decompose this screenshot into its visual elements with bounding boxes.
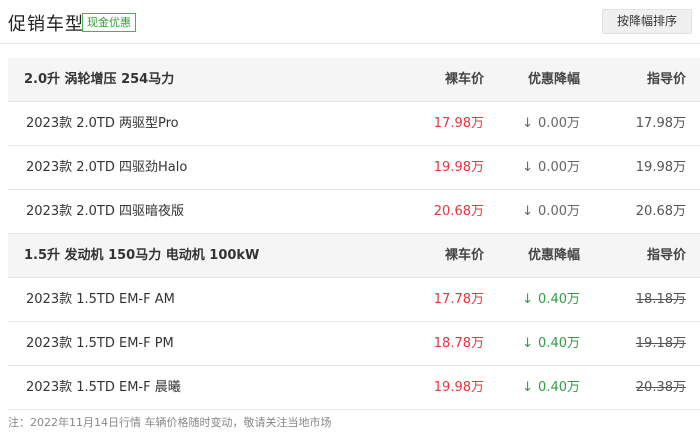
column-header-guide-price: 指导价 <box>646 72 686 87</box>
discount-cell: ↓ 0.00万 <box>500 190 580 234</box>
discount-value: 0.00万 <box>538 116 580 131</box>
guide-price: 19.18万 <box>635 336 686 351</box>
group-title: 2.0升 涡轮增压 254马力 <box>24 72 175 87</box>
discount-cell: ↓ 0.40万 <box>500 322 580 366</box>
model-row[interactable]: 2023款 1.5TD EM-F AM 17.78万 ↓ 0.40万 18.18万 <box>8 278 700 322</box>
down-arrow-icon: ↓ <box>522 292 534 307</box>
model-row[interactable]: 2023款 2.0TD 四驱劲Halo 19.98万 ↓ 0.00万 19.98万 <box>8 146 700 190</box>
down-arrow-icon: ↓ <box>522 160 534 175</box>
bare-price: 18.78万 <box>433 336 484 351</box>
column-header-price: 裸车价 <box>444 72 484 87</box>
down-arrow-icon: ↓ <box>522 380 534 395</box>
guide-price: 18.18万 <box>635 292 686 307</box>
discount-value: 0.00万 <box>538 204 580 219</box>
discount-cell: ↓ 0.00万 <box>500 102 580 146</box>
bare-price: 19.98万 <box>433 160 484 175</box>
page-title: 促销车型 <box>8 14 84 35</box>
column-header-discount: 优惠降幅 <box>527 72 580 87</box>
down-arrow-icon: ↓ <box>522 336 534 351</box>
model-name[interactable]: 2023款 1.5TD EM-F AM <box>26 278 175 322</box>
discount-cell: ↓ 0.40万 <box>500 278 580 322</box>
model-row[interactable]: 2023款 1.5TD EM-F PM 18.78万 ↓ 0.40万 19.18万 <box>8 322 700 366</box>
model-name[interactable]: 2023款 2.0TD 两驱型Pro <box>26 102 179 146</box>
guide-price: 19.98万 <box>635 160 686 175</box>
down-arrow-icon: ↓ <box>522 116 534 131</box>
discount-cell: ↓ 0.00万 <box>500 146 580 190</box>
group-header-1-5: 1.5升 发动机 150马力 电动机 100kW 裸车价 优惠降幅 指导价 <box>8 234 700 278</box>
model-name[interactable]: 2023款 1.5TD EM-F PM <box>26 322 174 366</box>
model-name[interactable]: 2023款 2.0TD 四驱暗夜版 <box>26 190 184 234</box>
guide-price: 20.68万 <box>635 204 686 219</box>
model-row[interactable]: 2023款 2.0TD 四驱暗夜版 20.68万 ↓ 0.00万 20.68万 <box>8 190 700 234</box>
cash-discount-badge: 现金优惠 <box>82 13 136 32</box>
discount-value: 0.40万 <box>538 292 580 307</box>
discount-cell: ↓ 0.40万 <box>500 366 580 410</box>
model-row[interactable]: 2023款 1.5TD EM-F 晨曦 19.98万 ↓ 0.40万 20.38万 <box>8 366 700 410</box>
model-row[interactable]: 2023款 2.0TD 两驱型Pro 17.98万 ↓ 0.00万 17.98万 <box>8 102 700 146</box>
down-arrow-icon: ↓ <box>522 204 534 219</box>
model-name[interactable]: 2023款 2.0TD 四驱劲Halo <box>26 146 187 190</box>
page-header: 促销车型 现金优惠 按降幅排序 <box>0 0 700 44</box>
column-header-price: 裸车价 <box>444 248 484 263</box>
market-note: 注：2022年11月14日行情 车辆价格随时变动，敬请关注当地市场 <box>8 416 332 429</box>
bare-price: 19.98万 <box>433 380 484 395</box>
bare-price: 20.68万 <box>433 204 484 219</box>
group-title: 1.5升 发动机 150马力 电动机 100kW <box>24 248 260 263</box>
bare-price: 17.98万 <box>433 116 484 131</box>
group-header-2-0: 2.0升 涡轮增压 254马力 裸车价 优惠降幅 指导价 <box>8 58 700 102</box>
column-header-discount: 优惠降幅 <box>527 248 580 263</box>
guide-price: 20.38万 <box>635 380 686 395</box>
model-name[interactable]: 2023款 1.5TD EM-F 晨曦 <box>26 366 181 410</box>
discount-value: 0.00万 <box>538 160 580 175</box>
bare-price: 17.78万 <box>433 292 484 307</box>
guide-price: 17.98万 <box>635 116 686 131</box>
discount-value: 0.40万 <box>538 380 580 395</box>
promo-table: 2.0升 涡轮增压 254马力 裸车价 优惠降幅 指导价 2023款 2.0TD… <box>8 58 700 410</box>
sort-by-discount-button[interactable]: 按降幅排序 <box>602 9 692 34</box>
discount-value: 0.40万 <box>538 336 580 351</box>
column-header-guide-price: 指导价 <box>646 248 686 263</box>
